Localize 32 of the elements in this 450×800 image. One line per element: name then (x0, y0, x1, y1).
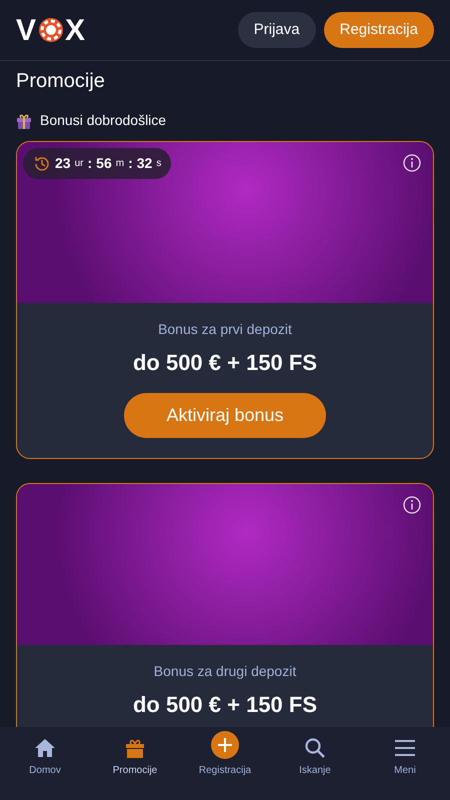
timer-unit: ur (74, 157, 84, 171)
timer-value: 32 (136, 154, 152, 173)
timer-separator: : (128, 154, 133, 173)
section-title: Bonusi dobrodošlice (40, 111, 166, 130)
promo-amount: do 500 € + 150 FS (132, 691, 318, 719)
timer-separator: : (87, 154, 92, 173)
timer-unit: m (116, 157, 124, 171)
promo-subtitle: Bonus za prvi depozit (157, 320, 293, 339)
promo-subtitle: Bonus za drugi depozit (152, 662, 298, 681)
chip-icon (37, 17, 66, 43)
timer-value: 23 (55, 154, 71, 173)
nav-tab[interactable]: Iskanje (270, 727, 360, 800)
nav-tab[interactable]: Promocije (90, 727, 180, 800)
gift-icon (16, 112, 32, 128)
logo-letter: V (16, 12, 38, 48)
gift-icon (124, 737, 146, 759)
search-icon (304, 737, 326, 759)
plus-icon (211, 731, 239, 759)
logo-letter: X (65, 12, 86, 48)
nav-tab[interactable]: Domov (0, 727, 90, 800)
clock-icon (33, 154, 51, 172)
home-icon (34, 737, 56, 759)
nav-tab[interactable]: Meni (360, 727, 450, 800)
promo-amount: do 500 € + 150 FS (132, 349, 318, 377)
nav-tab[interactable]: Registracija (180, 727, 270, 800)
page-title: Promocije (16, 69, 106, 94)
info-icon[interactable] (403, 496, 421, 514)
timer-unit: s (156, 157, 162, 171)
info-icon[interactable] (403, 154, 421, 172)
timer-value: 56 (96, 154, 112, 173)
menu-icon (394, 737, 416, 759)
login-button[interactable]: Prijava (238, 12, 316, 48)
